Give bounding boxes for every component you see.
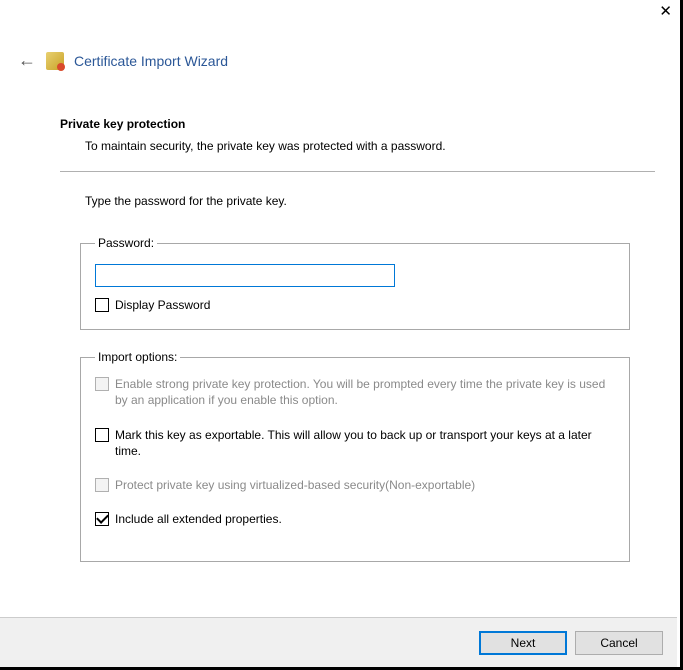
- vbs-protection-checkbox: [95, 478, 109, 492]
- divider: [60, 171, 655, 172]
- display-password-checkbox[interactable]: [95, 298, 109, 312]
- certificate-icon: [46, 52, 64, 70]
- footer: Next Cancel: [0, 617, 677, 667]
- section-description: To maintain security, the private key wa…: [85, 139, 655, 153]
- display-password-label: Display Password: [115, 297, 210, 313]
- close-icon[interactable]: ✕: [659, 4, 672, 19]
- import-options-group: Import options: Enable strong private ke…: [80, 350, 630, 562]
- exportable-checkbox[interactable]: [95, 428, 109, 442]
- cancel-button[interactable]: Cancel: [575, 631, 663, 655]
- extended-properties-label: Include all extended properties.: [115, 511, 282, 527]
- import-options-legend: Import options:: [95, 350, 180, 364]
- next-button[interactable]: Next: [479, 631, 567, 655]
- extended-properties-checkbox[interactable]: [95, 512, 109, 526]
- back-arrow-icon[interactable]: ←: [18, 50, 36, 71]
- strong-protection-label: Enable strong private key protection. Yo…: [115, 376, 615, 408]
- wizard-title: Certificate Import Wizard: [74, 53, 228, 69]
- password-group: Password: Display Password: [80, 236, 630, 330]
- strong-protection-checkbox: [95, 377, 109, 391]
- vbs-protection-label: Protect private key using virtualized-ba…: [115, 477, 475, 493]
- exportable-label: Mark this key as exportable. This will a…: [115, 427, 615, 459]
- section-title: Private key protection: [60, 117, 655, 131]
- password-input[interactable]: [95, 264, 395, 287]
- password-legend: Password:: [95, 236, 157, 250]
- instruction-text: Type the password for the private key.: [85, 194, 655, 208]
